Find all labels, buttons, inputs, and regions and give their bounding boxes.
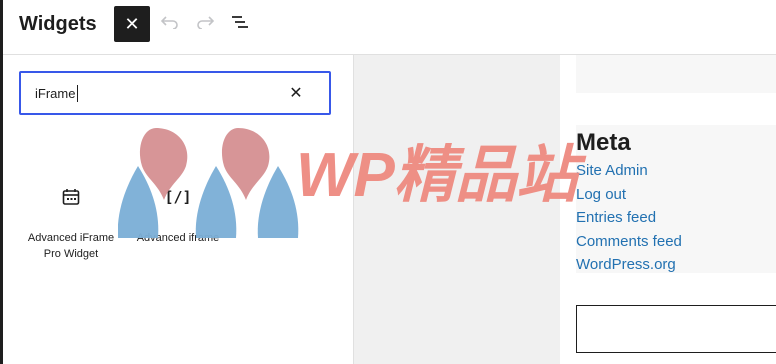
text-caret: [77, 85, 78, 102]
meta-link-entries-feed[interactable]: Entries feed: [576, 206, 682, 230]
meta-link-wordpress-org[interactable]: WordPress.org: [576, 253, 682, 277]
watermark-logo: [118, 128, 299, 238]
meta-widget[interactable]: Meta Site Admin Log out Entries feed Com…: [576, 125, 776, 273]
close-inserter-button[interactable]: ✕: [114, 6, 150, 42]
block-result-advanced-iframe-pro-widget[interactable]: Advanced iFrame Pro Widget: [23, 185, 119, 262]
meta-widget-title: Meta: [576, 129, 631, 156]
meta-link-comments-feed[interactable]: Comments feed: [576, 230, 682, 254]
block-label: Advanced iFrame Pro Widget: [27, 232, 115, 260]
redo-icon: [197, 16, 214, 29]
list-view-icon: [232, 16, 248, 28]
widget-input-box[interactable]: [576, 305, 776, 353]
watermark-text: WP精品站: [296, 141, 578, 210]
meta-link-site-admin[interactable]: Site Admin: [576, 159, 682, 183]
meta-links: Site Admin Log out Entries feed Comments…: [576, 159, 682, 277]
block-search-field[interactable]: iFrame ✕: [19, 71, 331, 115]
editor-header: Widgets ✕: [3, 0, 776, 55]
page-title: Widgets: [19, 13, 97, 35]
widget-block[interactable]: [576, 55, 776, 93]
meta-link-log-out[interactable]: Log out: [576, 183, 682, 207]
close-icon: ✕: [124, 13, 140, 34]
calendar-icon: [23, 185, 119, 209]
clear-search-button[interactable]: ✕: [285, 82, 307, 104]
undo-button[interactable]: [159, 11, 181, 33]
search-input[interactable]: iFrame: [35, 86, 75, 101]
redo-button[interactable]: [194, 11, 216, 33]
widget-area-preview: Meta Site Admin Log out Entries feed Com…: [560, 55, 776, 364]
close-icon: ✕: [289, 85, 303, 102]
list-view-button[interactable]: [229, 11, 251, 33]
undo-icon: [161, 16, 178, 29]
